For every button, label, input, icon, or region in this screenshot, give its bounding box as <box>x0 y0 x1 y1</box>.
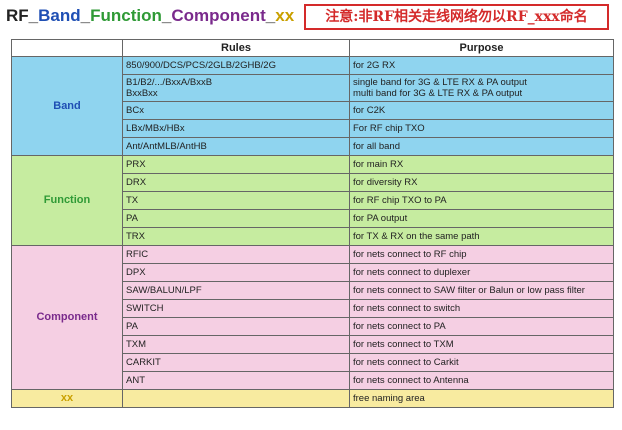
rule-cell: DPX <box>122 263 350 282</box>
rule-cell: PA <box>122 209 350 228</box>
rule-cell: RFIC <box>122 245 350 264</box>
purpose-cell: for RF chip TXO to PA <box>349 191 614 210</box>
rule-cell: LBx/MBx/HBx <box>122 119 350 138</box>
title-separator: _ <box>161 6 172 25</box>
rule-cell: TX <box>122 191 350 210</box>
group-label-xx: xx <box>11 389 123 408</box>
table-row: xx free naming area <box>11 389 614 408</box>
purpose-cell: for nets connect to PA <box>349 317 614 336</box>
purpose-cell: For RF chip TXO <box>349 119 614 138</box>
purpose-cell: for nets connect to Carkit <box>349 353 614 372</box>
purpose-cell: for diversity RX <box>349 173 614 192</box>
rule-cell: TXM <box>122 335 350 354</box>
title-component: Component <box>171 6 266 25</box>
purpose-cell: single band for 3G & LTE RX & PA output … <box>349 74 614 102</box>
purpose-cell: for all band <box>349 137 614 156</box>
purpose-line: multi band for 3G & LTE RX & PA output <box>353 88 523 99</box>
table-row: Component RFIC for nets connect to RF ch… <box>11 245 614 390</box>
rule-cell: SWITCH <box>122 299 350 318</box>
title-function: Function <box>90 6 162 25</box>
rule-cell: BCx <box>122 101 350 120</box>
purpose-line: single band for 3G & LTE RX & PA output <box>353 77 527 88</box>
header-category <box>11 39 123 57</box>
purpose-cell: free naming area <box>349 389 614 408</box>
rule-cell: CARKIT <box>122 353 350 372</box>
group-label-function: Function <box>11 155 123 246</box>
rule-cell: SAW/BALUN/LPF <box>122 281 350 300</box>
purpose-cell: for 2G RX <box>349 56 614 75</box>
purpose-cell: for nets connect to SAW filter or Balun … <box>349 281 614 300</box>
title-band: Band <box>38 6 81 25</box>
purpose-cell: for C2K <box>349 101 614 120</box>
purpose-cell: for nets connect to Antenna <box>349 371 614 390</box>
purpose-cell: for main RX <box>349 155 614 174</box>
title-xx: xx <box>275 6 295 25</box>
title-separator: _ <box>80 6 91 25</box>
rule-line: B1/B2/.../BxxA/BxxB <box>126 77 213 88</box>
purpose-cell: for TX & RX on the same path <box>349 227 614 246</box>
group-label-band: Band <box>11 56 123 156</box>
title-separator: _ <box>28 6 39 25</box>
purpose-cell: for nets connect to duplexer <box>349 263 614 282</box>
header-purpose: Purpose <box>349 39 614 57</box>
rule-cell: PA <box>122 317 350 336</box>
purpose-cell: for nets connect to TXM <box>349 335 614 354</box>
purpose-cell: for nets connect to RF chip <box>349 245 614 264</box>
purpose-cell: for nets connect to switch <box>349 299 614 318</box>
table-row: Band 850/900/DCS/PCS/2GLB/2GHB/2G for 2G… <box>11 56 614 156</box>
rule-cell: Ant/AntMLB/AntHB <box>122 137 350 156</box>
rule-cell: ANT <box>122 371 350 390</box>
rule-cell: DRX <box>122 173 350 192</box>
rule-cell: TRX <box>122 227 350 246</box>
rule-cell: B1/B2/.../BxxA/BxxB BxxBxx <box>122 74 350 102</box>
naming-note-box: 注意:非RF相关走线网络勿以RF_xxx命名 <box>304 4 609 30</box>
rule-cell: PRX <box>122 155 350 174</box>
rule-cell <box>122 389 350 408</box>
table-row: Function PRX for main RX <box>11 155 614 246</box>
page-title: RF_Band_Function_Component_xx <box>6 6 294 26</box>
purpose-cell: for PA output <box>349 209 614 228</box>
table-header-row: Rules Purpose <box>11 39 614 57</box>
title-separator: _ <box>265 6 276 25</box>
header-rules: Rules <box>122 39 350 57</box>
title-rf: RF <box>6 6 29 25</box>
rule-cell: 850/900/DCS/PCS/2GLB/2GHB/2G <box>122 56 350 75</box>
group-label-component: Component <box>11 245 123 390</box>
naming-rules-table: Rules Purpose Band 850/900/DCS/PCS/2GLB/… <box>11 39 614 408</box>
rule-line: BxxBxx <box>126 88 158 99</box>
